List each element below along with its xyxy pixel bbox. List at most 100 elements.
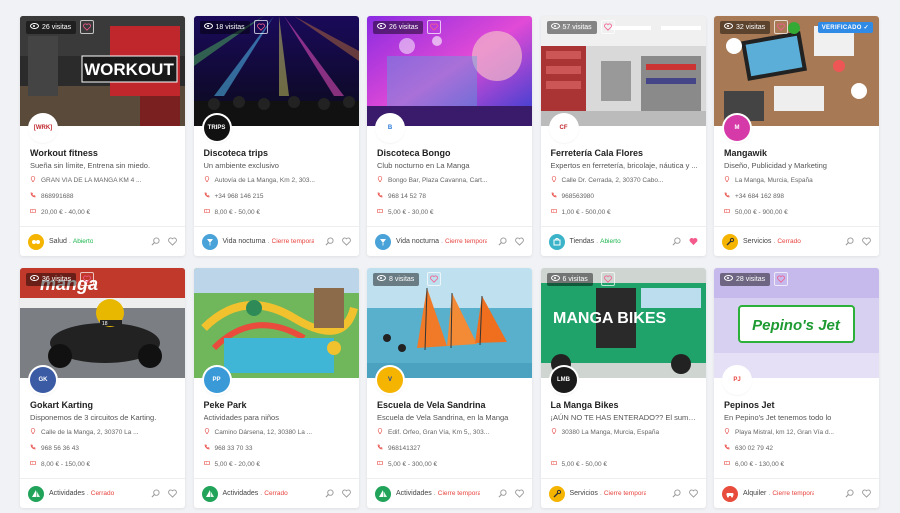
- heart-icon[interactable]: [688, 489, 698, 498]
- magnifier-icon[interactable]: [498, 237, 507, 246]
- heart-icon[interactable]: [341, 489, 351, 498]
- magnifier-icon[interactable]: [845, 489, 854, 498]
- listing-card[interactable]: 32 visitas VERIFICADO ✓ M Mangawik Diseñ…: [714, 16, 879, 256]
- listing-photo[interactable]: [193, 268, 359, 378]
- category-icon[interactable]: [548, 233, 565, 250]
- category-icon[interactable]: [722, 233, 738, 250]
- listing-card[interactable]: manga 18 36 visitas GK Gokart Karting Dis…: [20, 268, 185, 508]
- magnifier-icon[interactable]: [151, 489, 160, 498]
- category-icon[interactable]: [375, 233, 391, 250]
- listing-phone[interactable]: 868991688: [30, 192, 180, 200]
- category-icon[interactable]: [28, 485, 44, 502]
- heart-icon[interactable]: [168, 237, 177, 246]
- listing-title[interactable]: La Manga Bikes: [551, 400, 619, 410]
- heart-icon: [83, 18, 91, 36]
- listing-phone[interactable]: 968 14 52 78: [377, 192, 527, 200]
- category-icon[interactable]: [375, 485, 391, 502]
- magnifier-icon[interactable]: [672, 489, 681, 498]
- business-logo[interactable]: M: [724, 115, 750, 141]
- business-logo[interactable]: PP: [203, 367, 230, 393]
- visits-count: 8 visitas: [389, 276, 415, 283]
- heart-icon[interactable]: [515, 489, 524, 498]
- category-label[interactable]: Servicios: [743, 238, 771, 245]
- business-logo[interactable]: GK: [30, 367, 56, 393]
- photo-favorite-button[interactable]: [427, 272, 441, 286]
- category-icon[interactable]: [201, 233, 218, 250]
- heart-icon[interactable]: [689, 237, 698, 246]
- heart-icon[interactable]: [515, 237, 524, 246]
- verified-badge: VERIFICADO ✓: [817, 22, 873, 33]
- business-logo[interactable]: PJ: [724, 367, 750, 393]
- photo-favorite-button[interactable]: [600, 20, 615, 34]
- photo-favorite-button[interactable]: [600, 272, 615, 286]
- heart-icon[interactable]: [862, 489, 871, 498]
- listing-phone[interactable]: 968 33 70 33: [204, 444, 354, 452]
- listing-title[interactable]: Ferretería Cala Flores: [551, 148, 644, 158]
- visits-count: 28 visitas: [736, 276, 766, 283]
- category-icon[interactable]: [722, 485, 738, 502]
- pin-icon: [377, 176, 383, 184]
- listing-title[interactable]: Discoteca trips: [204, 148, 269, 158]
- category-label[interactable]: Tiendas: [570, 238, 595, 245]
- category-label[interactable]: Actividades: [223, 490, 259, 497]
- heart-icon[interactable]: [341, 237, 351, 246]
- business-logo[interactable]: B: [377, 115, 403, 141]
- magnifier-icon[interactable]: [151, 237, 160, 246]
- category-label[interactable]: Vida nocturna: [223, 238, 266, 245]
- listing-title[interactable]: Workout fitness: [30, 148, 98, 158]
- listing-phone[interactable]: 630 02 79 42: [724, 444, 874, 452]
- business-logo[interactable]: CF: [550, 115, 577, 141]
- category-label[interactable]: Salud: [49, 238, 67, 245]
- pin-icon: [30, 428, 36, 436]
- photo-favorite-button[interactable]: [774, 272, 788, 286]
- category-icon[interactable]: [28, 233, 44, 250]
- listing-card[interactable]: 8 visitas V Escuela de Vela Sandrina Esc…: [367, 268, 532, 508]
- listing-card[interactable]: Pepino's Jet 28 visitas PJ Pepinos Jet E…: [714, 268, 879, 508]
- listing-phone[interactable]: 968 56 36 43: [30, 444, 180, 452]
- listing-title[interactable]: Peke Park: [204, 400, 247, 410]
- listing-price: 8,00 € - 50,00 €: [203, 208, 354, 216]
- magnifier-icon[interactable]: [672, 237, 681, 246]
- listing-phone[interactable]: 968141327: [377, 444, 527, 452]
- photo-favorite-button[interactable]: [80, 272, 94, 286]
- listing-title[interactable]: Escuela de Vela Sandrina: [377, 400, 486, 410]
- category-label[interactable]: Alquiler: [743, 490, 766, 497]
- business-logo[interactable]: LMB: [550, 367, 577, 393]
- phone-text: 968141327: [388, 444, 421, 452]
- listing-card[interactable]: 26 visitas B Discoteca Bongo Club noctur…: [367, 16, 532, 256]
- listing-card[interactable]: WORKOUT 26 visitas [WRK] Workout fitness…: [20, 16, 185, 256]
- category-icon[interactable]: [548, 485, 565, 502]
- category-label[interactable]: Actividades: [49, 490, 85, 497]
- business-logo[interactable]: [WRK]: [30, 115, 56, 141]
- category-label[interactable]: Vida nocturna: [396, 238, 439, 245]
- listing-card[interactable]: 57 visitas CF Ferretería Cala Flores Exp…: [540, 16, 706, 256]
- business-logo[interactable]: V: [377, 367, 403, 393]
- magnifier-icon[interactable]: [498, 489, 507, 498]
- address-text: Playa Mistral, km 12, Gran Vía d...: [735, 428, 834, 436]
- status-separator: .: [86, 490, 89, 497]
- status-separator: .: [596, 238, 599, 245]
- magnifier-icon[interactable]: [325, 489, 334, 498]
- listing-title[interactable]: Gokart Karting: [30, 400, 93, 410]
- listing-phone[interactable]: +34 684 162 898: [724, 192, 874, 200]
- magnifier-icon[interactable]: [325, 237, 334, 246]
- listing-title[interactable]: Discoteca Bongo: [377, 148, 451, 158]
- heart-icon[interactable]: [168, 489, 177, 498]
- listing-title[interactable]: Pepinos Jet: [724, 400, 775, 410]
- listing-card[interactable]: PP Peke Park Actividades para niños Cami…: [193, 268, 359, 508]
- listing-card[interactable]: MANGA BIKES 6 visitas LMB La Manga Bikes…: [540, 268, 706, 508]
- category-icon[interactable]: [201, 485, 218, 502]
- listing-title[interactable]: Mangawik: [724, 148, 767, 158]
- listing-phone[interactable]: 968563980: [551, 192, 701, 200]
- listing-phone[interactable]: +34 968 146 215: [204, 192, 354, 200]
- magnifier-icon[interactable]: [845, 237, 854, 246]
- photo-favorite-button[interactable]: [80, 20, 94, 34]
- business-logo[interactable]: TRIPS: [203, 115, 230, 141]
- heart-icon[interactable]: [862, 237, 871, 246]
- category-label[interactable]: Actividades: [396, 490, 432, 497]
- photo-favorite-button[interactable]: [774, 20, 788, 34]
- photo-favorite-button[interactable]: [253, 20, 268, 34]
- category-label[interactable]: Servicios: [570, 490, 598, 497]
- listing-card[interactable]: 18 visitas TRIPS Discoteca trips Un ambi…: [193, 16, 359, 256]
- photo-favorite-button[interactable]: [427, 20, 441, 34]
